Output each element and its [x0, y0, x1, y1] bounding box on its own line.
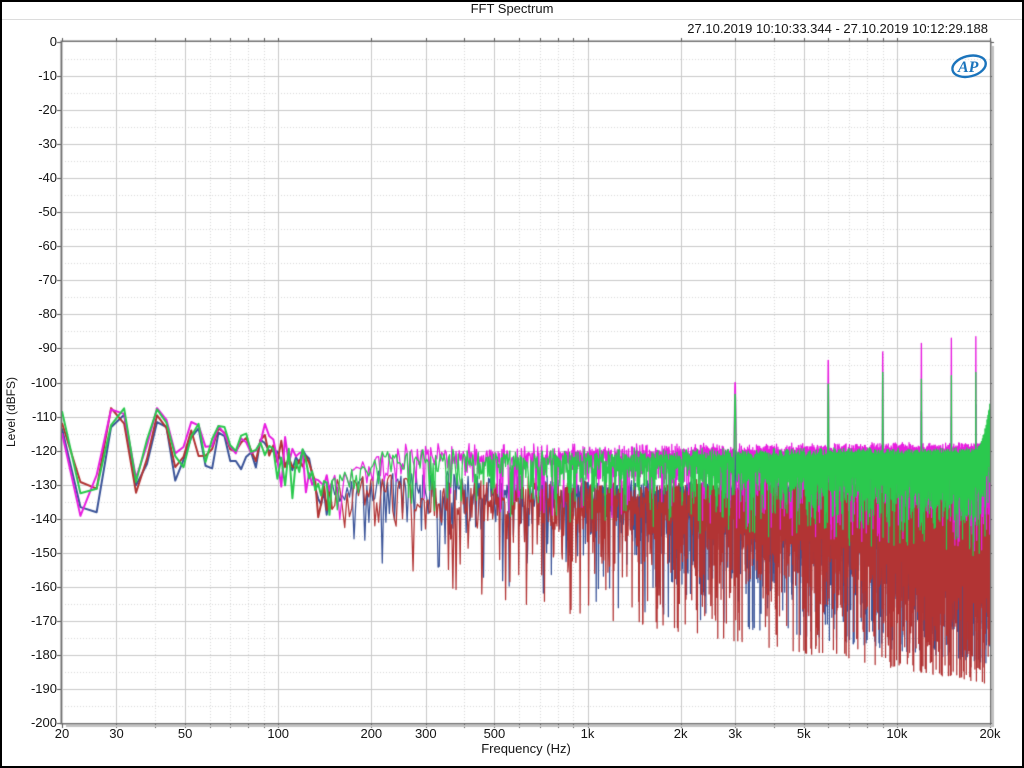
- y-tick-label--20: -20: [15, 102, 57, 117]
- title-divider: [2, 19, 1022, 20]
- fft-spectrum-window: FFT Spectrum 27.10.2019 10:10:33.344 - 2…: [0, 0, 1024, 768]
- y-tick-label--30: -30: [15, 136, 57, 151]
- y-tick-label--100: -100: [15, 375, 57, 390]
- plot-area[interactable]: [62, 42, 990, 723]
- y-tick-label-0: 0: [15, 34, 57, 49]
- x-tick-label-10k: 10k: [886, 726, 907, 741]
- y-tick-label--110: -110: [15, 409, 57, 424]
- y-tick-label--160: -160: [15, 579, 57, 594]
- x-tick-label-20k: 20k: [980, 726, 1001, 741]
- x-tick-label-300: 300: [415, 726, 437, 741]
- y-tick-label--90: -90: [15, 340, 57, 355]
- y-tick-label--130: -130: [15, 477, 57, 492]
- x-tick-label-1k: 1k: [581, 726, 595, 741]
- y-tick-label--70: -70: [15, 272, 57, 287]
- y-tick-label--200: -200: [15, 715, 57, 730]
- x-axis-title: Frequency (Hz): [0, 741, 1024, 756]
- x-tick-label-3k: 3k: [728, 726, 742, 741]
- y-tick-label--190: -190: [15, 681, 57, 696]
- x-tick-label-200: 200: [360, 726, 382, 741]
- y-tick-label--120: -120: [15, 443, 57, 458]
- y-tick-label--10: -10: [15, 68, 57, 83]
- y-tick-label--40: -40: [15, 170, 57, 185]
- y-tick-label--50: -50: [15, 204, 57, 219]
- y-tick-label--180: -180: [15, 647, 57, 662]
- x-tick-label-50: 50: [178, 726, 192, 741]
- x-tick-label-100: 100: [267, 726, 289, 741]
- y-tick-label--140: -140: [15, 511, 57, 526]
- x-tick-label-500: 500: [484, 726, 506, 741]
- y-tick-label--80: -80: [15, 306, 57, 321]
- y-tick-label--60: -60: [15, 238, 57, 253]
- x-tick-label-30: 30: [109, 726, 123, 741]
- y-tick-label--150: -150: [15, 545, 57, 560]
- y-tick-label--170: -170: [15, 613, 57, 628]
- measurement-date-range: 27.10.2019 10:10:33.344 - 27.10.2019 10:…: [687, 21, 988, 36]
- x-tick-label-5k: 5k: [797, 726, 811, 741]
- page-title: FFT Spectrum: [0, 1, 1024, 16]
- x-tick-label-2k: 2k: [674, 726, 688, 741]
